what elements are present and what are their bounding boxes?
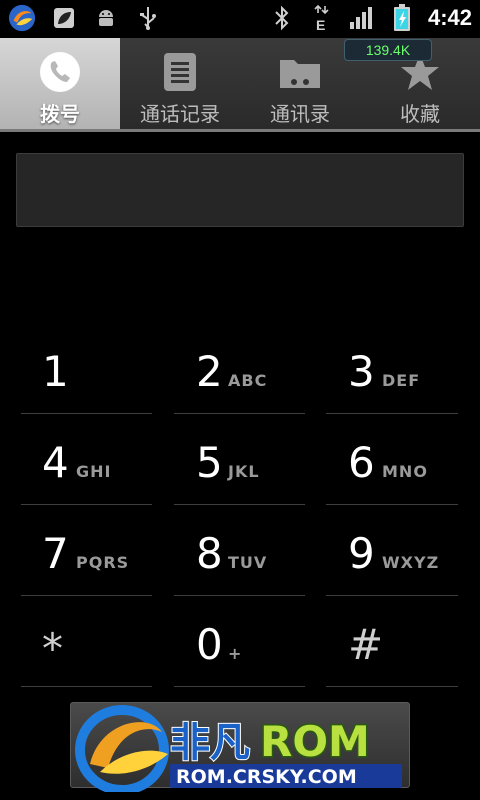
key-digit: 7 <box>42 529 69 578</box>
dialpad-row: 7 PQRS 8 TUV 9 WXYZ <box>0 505 480 596</box>
key-digit: 0 <box>196 620 223 669</box>
dial-key-2[interactable]: 2 ABC <box>160 323 320 414</box>
leaf-icon <box>50 4 78 32</box>
dial-key-5[interactable]: 5 JKL <box>160 414 320 505</box>
dial-key-8[interactable]: 8 TUV <box>160 505 320 596</box>
key-letters: WXYZ <box>382 553 440 572</box>
dial-key-hash[interactable]: # <box>320 596 480 687</box>
key-letters: JKL <box>228 462 260 481</box>
watermark-brand-en: ROM <box>260 717 370 766</box>
dialpad-row: 1 2 ABC 3 DEF <box>0 323 480 414</box>
tab-call-log[interactable]: 通话记录 <box>120 38 240 129</box>
edge-data-icon: E <box>308 4 336 32</box>
watermark-brand-cn: 非凡 <box>170 720 250 766</box>
watermark: 非凡 ROM ROM.CRSKY.COM <box>70 702 410 792</box>
dial-key-9[interactable]: 9 WXYZ <box>320 505 480 596</box>
bluetooth-icon <box>268 4 296 32</box>
phone-icon <box>38 50 82 94</box>
android-icon <box>92 4 120 32</box>
dial-key-1[interactable]: 1 <box>0 323 160 414</box>
key-digit: 6 <box>348 438 375 487</box>
signal-icon <box>348 4 376 32</box>
digits-input[interactable] <box>16 153 464 227</box>
key-letters: ABC <box>228 371 268 390</box>
key-digit: 5 <box>196 438 223 487</box>
dial-key-0[interactable]: 0 + <box>160 596 320 687</box>
watermark-site: ROM.CRSKY.COM <box>176 766 357 788</box>
app-logo-icon <box>8 4 36 32</box>
svg-text:E: E <box>316 17 325 32</box>
tab-contacts[interactable]: 通讯录 <box>240 38 360 129</box>
contacts-icon <box>278 50 322 94</box>
tab-call-log-label: 通话记录 <box>140 102 220 126</box>
key-divider <box>21 686 152 687</box>
key-letters: + <box>228 644 243 663</box>
key-divider <box>174 686 305 687</box>
key-divider <box>326 686 458 687</box>
key-digit: 1 <box>42 347 69 396</box>
tab-bar: 拨号 通话记录 通讯录 收藏 139.4K <box>0 38 480 132</box>
status-clock: 4:42 <box>427 5 472 30</box>
battery-charging-icon <box>388 4 416 32</box>
key-letters: DEF <box>382 371 421 390</box>
dial-key-6[interactable]: 6 MNO <box>320 414 480 505</box>
dial-key-3[interactable]: 3 DEF <box>320 323 480 414</box>
tab-contacts-label: 通讯录 <box>270 102 330 126</box>
key-letters: PQRS <box>76 553 130 572</box>
dial-key-7[interactable]: 7 PQRS <box>0 505 160 596</box>
tab-dialer[interactable]: 拨号 <box>0 38 120 129</box>
key-digit: # <box>348 620 384 669</box>
key-letters: TUV <box>228 553 268 572</box>
key-digit: 9 <box>348 529 375 578</box>
tab-favorites-label: 收藏 <box>400 102 440 126</box>
dialpad-row: * 0 + # <box>0 596 480 687</box>
network-speed-badge: 139.4K <box>344 39 432 61</box>
dialpad: 1 2 ABC 3 DEF 4 GHI 5 JKL 6 MNO 7 PQRS 8 TUV 9W… <box>0 323 480 687</box>
usb-icon <box>134 4 162 32</box>
dial-key-star[interactable]: * <box>0 596 160 687</box>
key-letters: GHI <box>76 462 112 481</box>
dialpad-row: 4 GHI 5 JKL 6 MNO <box>0 414 480 505</box>
key-digit: 8 <box>196 529 223 578</box>
key-digit: * <box>42 624 63 673</box>
call-log-icon <box>158 50 202 94</box>
status-bar-notifications <box>8 4 162 32</box>
key-letters: MNO <box>382 462 428 481</box>
status-bar: E 4:42 <box>0 0 480 38</box>
status-bar-system: E 4:42 <box>268 4 472 32</box>
watermark-logo: 非凡 ROM ROM.CRSKY.COM <box>75 705 402 792</box>
key-digit: 3 <box>348 347 375 396</box>
key-digit: 2 <box>196 347 223 396</box>
dial-key-4[interactable]: 4 GHI <box>0 414 160 505</box>
key-digit: 4 <box>42 438 69 487</box>
tab-dialer-label: 拨号 <box>40 102 80 126</box>
